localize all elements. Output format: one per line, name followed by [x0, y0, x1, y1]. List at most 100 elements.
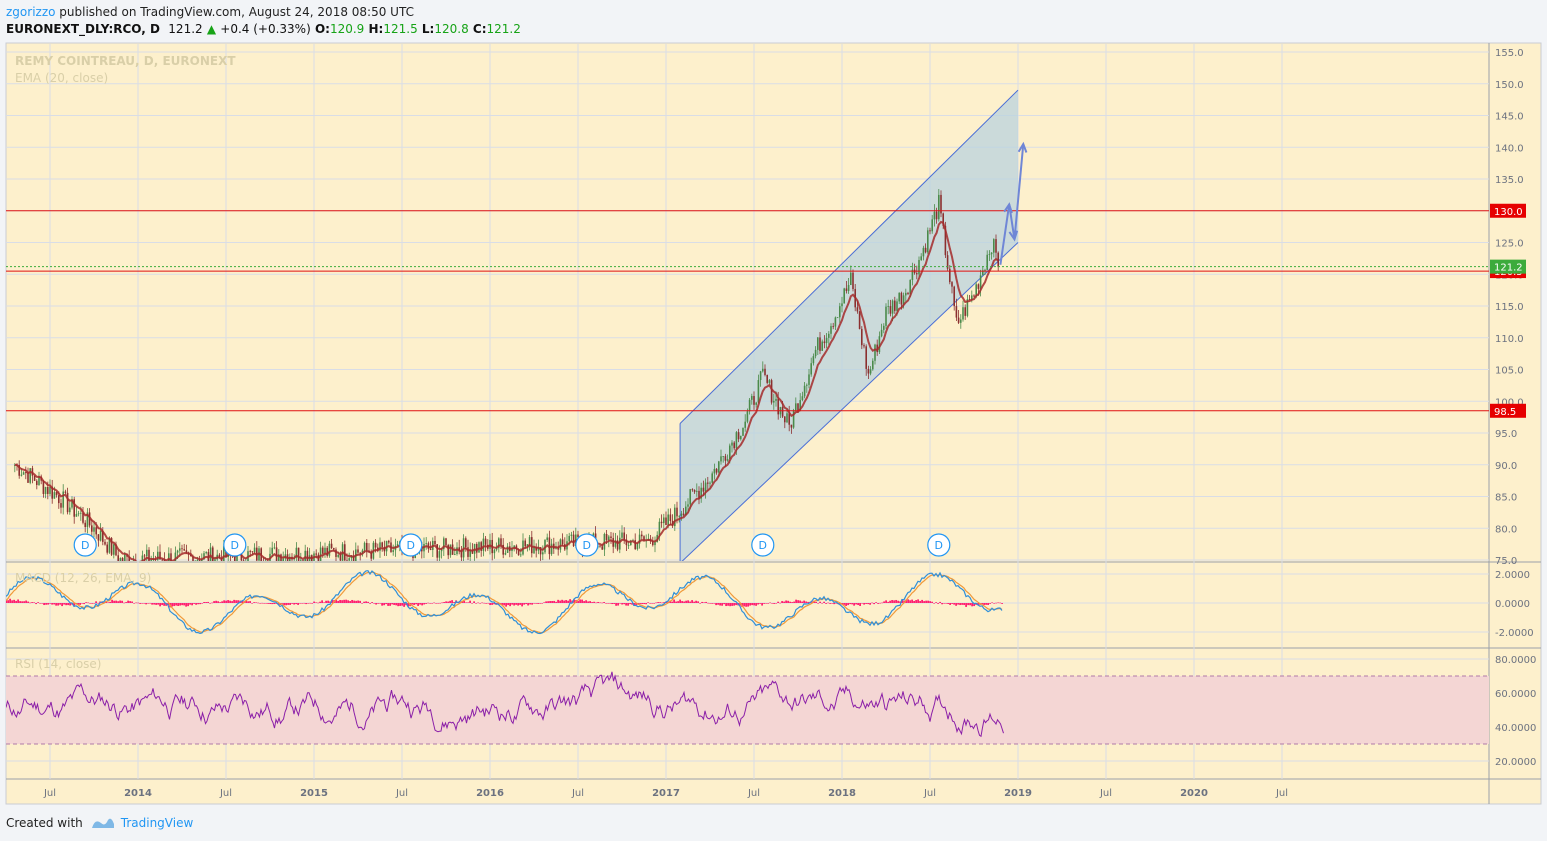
histogram-bar — [343, 599, 345, 603]
histogram-bar — [309, 602, 311, 604]
candle-body — [91, 525, 93, 532]
histogram-bar — [923, 601, 925, 603]
histogram-bar — [139, 603, 141, 604]
histogram-bar — [223, 600, 225, 603]
histogram-bar — [863, 603, 865, 605]
dividend-marker-label: D — [407, 539, 415, 552]
candle-body — [744, 421, 746, 428]
histogram-bar — [423, 603, 425, 605]
candle-body — [861, 328, 863, 346]
x-tick-label: 2020 — [1180, 788, 1208, 799]
histogram-bar — [971, 603, 973, 607]
histogram-bar — [199, 603, 201, 605]
candle-body — [905, 292, 907, 296]
candle-body — [711, 473, 713, 483]
histogram-bar — [43, 603, 45, 606]
candle-body — [58, 495, 60, 504]
rsi-tick-label: 80.0000 — [1495, 655, 1536, 666]
histogram-bar — [677, 601, 679, 603]
y-tick-label: 140.0 — [1495, 143, 1524, 154]
histogram-bar — [787, 600, 789, 603]
histogram-bar — [251, 603, 253, 604]
histogram-bar — [89, 603, 91, 604]
histogram-bar — [125, 602, 127, 603]
histogram-bar — [7, 600, 9, 603]
histogram-bar — [753, 603, 755, 606]
candle-body — [887, 306, 889, 307]
candle-body — [179, 548, 181, 551]
histogram-bar — [311, 603, 313, 604]
histogram-bar — [127, 600, 129, 603]
histogram-bar — [479, 603, 481, 604]
candle-body — [561, 539, 564, 545]
histogram-bar — [789, 601, 791, 603]
histogram-bar — [765, 603, 767, 604]
histogram-bar — [17, 599, 19, 603]
histogram-bar — [661, 602, 663, 604]
histogram-bar — [967, 603, 969, 606]
histogram-bar — [941, 603, 943, 605]
x-tick-label: Jul — [395, 788, 408, 799]
time-axis[interactable]: Jul 2014 Jul 2015 Jul 2016 Jul 2017 Jul 2018 Jul 20… — [43, 788, 1288, 799]
x-tick-label: 2016 — [476, 788, 504, 799]
histogram-bar — [909, 600, 911, 603]
histogram-bar — [9, 598, 11, 603]
candle-body — [990, 252, 993, 255]
candle-body — [731, 442, 733, 446]
candle-body — [253, 547, 256, 552]
candle-body — [977, 284, 980, 289]
candle-body — [841, 303, 843, 307]
candle-body — [751, 396, 753, 400]
histogram-bar — [613, 603, 615, 604]
histogram-bar — [643, 603, 645, 605]
candle-body — [900, 292, 903, 305]
candle-body — [627, 545, 630, 546]
histogram-bar — [435, 603, 437, 604]
histogram-bar — [213, 601, 215, 603]
histogram-bar — [567, 600, 569, 603]
rsi-pane[interactable] — [6, 671, 1489, 745]
histogram-bar — [759, 603, 761, 604]
candle-body — [806, 384, 808, 386]
histogram-bar — [177, 603, 179, 606]
histogram-bar — [673, 599, 675, 603]
histogram-bar — [869, 603, 871, 605]
histogram-bar — [699, 603, 701, 604]
histogram-bar — [695, 600, 697, 603]
candle-body — [366, 542, 368, 551]
candle-body — [753, 396, 755, 405]
histogram-bar — [79, 603, 81, 605]
histogram-bar — [377, 603, 379, 604]
y-tick-label: 115.0 — [1495, 302, 1524, 313]
candle-body — [693, 490, 696, 492]
rsi-tick-label: 40.0000 — [1495, 723, 1536, 734]
histogram-bar — [157, 603, 159, 605]
histogram-bar — [639, 603, 641, 604]
histogram-bar — [379, 603, 381, 604]
candle-body — [599, 545, 601, 547]
histogram-bar — [767, 603, 769, 604]
histogram-bar — [217, 601, 219, 603]
candle-body — [764, 368, 766, 375]
histogram-bar — [919, 600, 921, 603]
histogram-bar — [427, 602, 429, 604]
chart-area[interactable]: D D D D D D 155.0 150.0 145.0 140.0 135.0 130.0 125… — [0, 0, 1547, 841]
tradingview-link[interactable]: TradingView — [121, 816, 194, 830]
histogram-bar — [833, 603, 835, 605]
candle-body — [707, 482, 709, 484]
histogram-bar — [875, 602, 877, 603]
candle-body — [722, 456, 724, 457]
candle-body — [434, 540, 436, 545]
candle-body — [124, 554, 126, 561]
dividend-marker-label: D — [231, 539, 239, 552]
histogram-bar — [855, 603, 857, 605]
candle-body — [520, 554, 522, 556]
candle-body — [337, 554, 339, 557]
histogram-bar — [413, 603, 415, 605]
candle-body — [742, 427, 744, 436]
histogram-bar — [399, 603, 401, 606]
level-tag-label: 98.5 — [1494, 407, 1516, 418]
candle-body — [572, 534, 575, 547]
histogram-bar — [201, 603, 203, 604]
histogram-bar — [587, 601, 589, 603]
